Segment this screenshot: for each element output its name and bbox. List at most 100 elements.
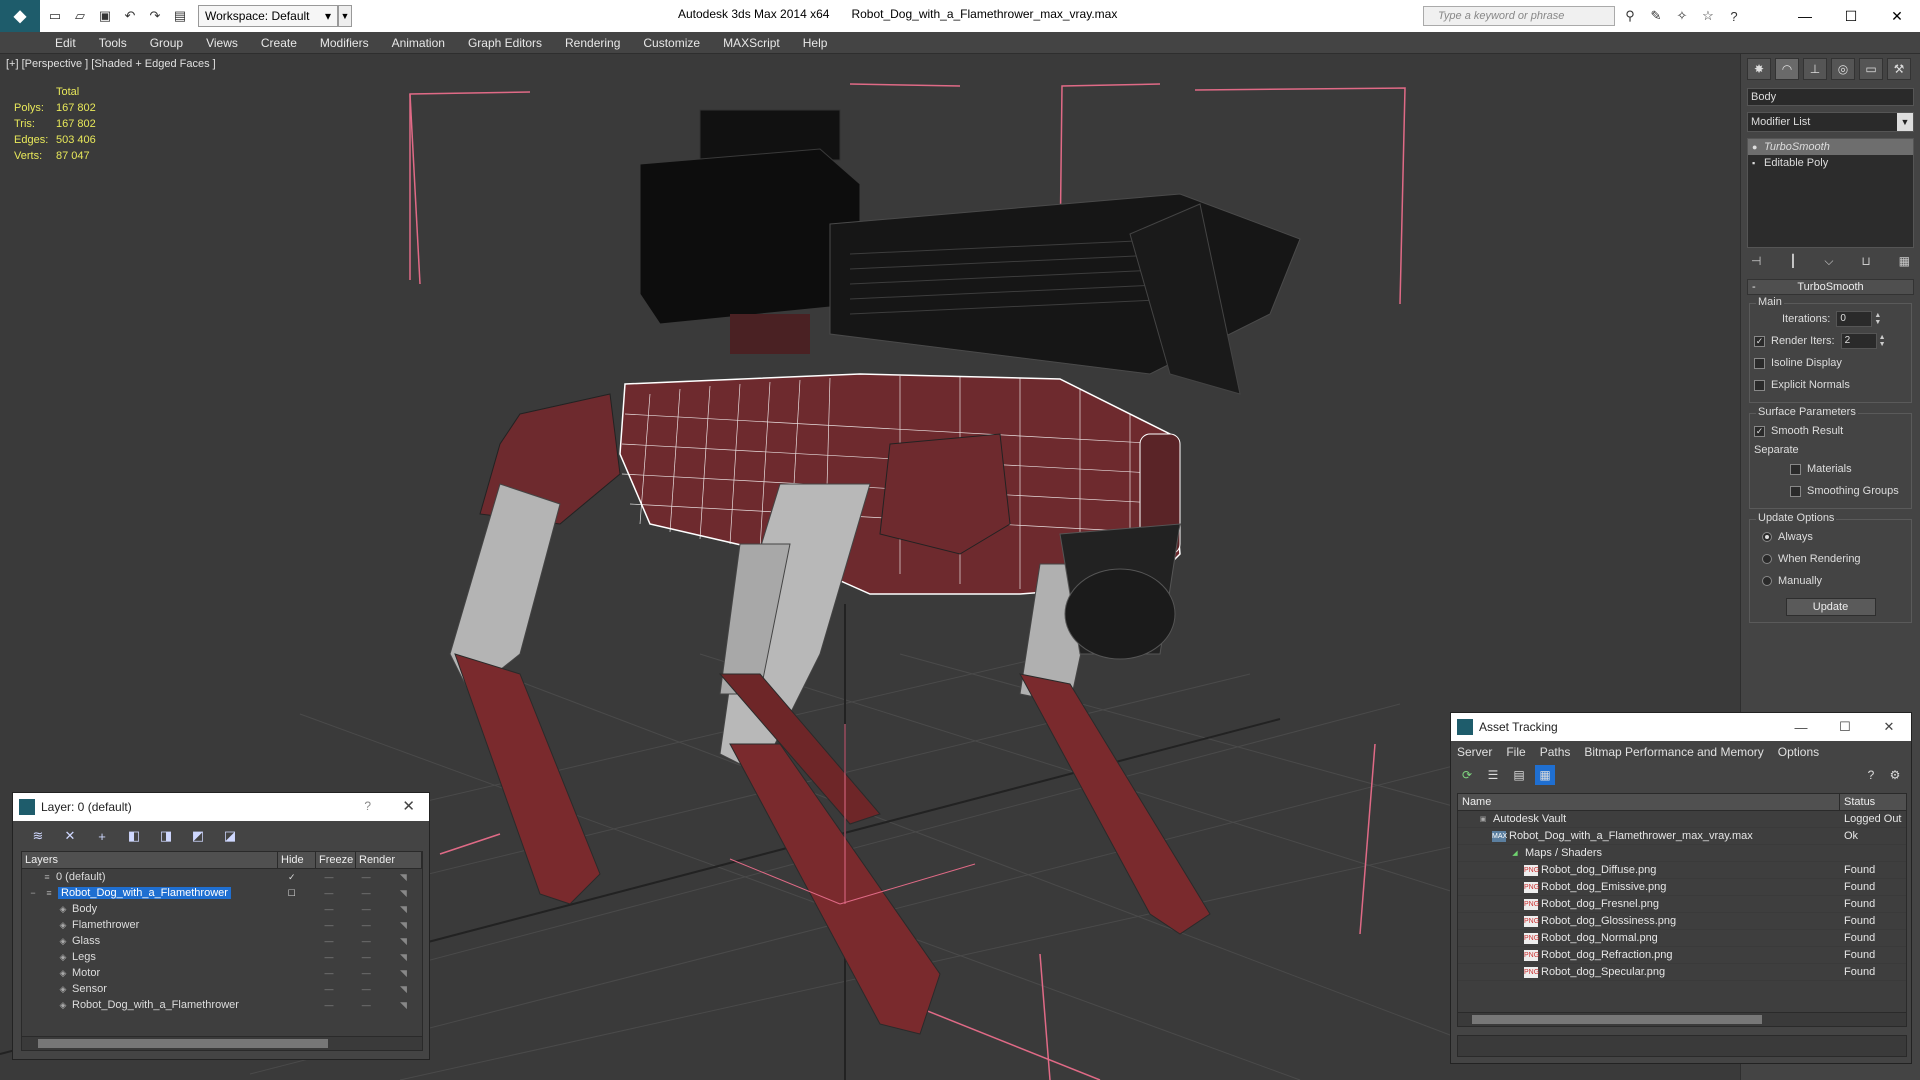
add-to-layer-icon[interactable]: + bbox=[91, 825, 113, 847]
make-unique-icon[interactable]: ⌵ bbox=[1824, 254, 1833, 269]
scrollbar-thumb[interactable] bbox=[1472, 1015, 1762, 1024]
column-header-render[interactable]: Render bbox=[356, 852, 422, 868]
create-layer-icon[interactable]: ≋ bbox=[27, 825, 49, 847]
freeze-toggle[interactable]: — bbox=[348, 936, 385, 946]
column-header-freeze[interactable]: Freeze bbox=[316, 852, 356, 868]
display-tab-icon[interactable]: ▭ bbox=[1859, 58, 1883, 80]
materials-checkbox[interactable] bbox=[1790, 463, 1801, 475]
manually-radio[interactable] bbox=[1762, 576, 1772, 586]
help-icon[interactable]: ? bbox=[1861, 765, 1881, 785]
freeze-toggle[interactable]: — bbox=[348, 888, 385, 898]
render-toggle[interactable]: ◥ bbox=[385, 952, 422, 963]
column-header-status[interactable]: Status bbox=[1840, 794, 1875, 810]
hide-toggle[interactable]: — bbox=[310, 904, 347, 914]
active-layer-checkbox[interactable]: ☐ bbox=[273, 888, 310, 899]
horizontal-scrollbar[interactable] bbox=[22, 1036, 422, 1050]
help-icon[interactable]: ? bbox=[1724, 6, 1744, 26]
turbosmooth-rollout-header[interactable]: - TurboSmooth bbox=[1747, 279, 1914, 295]
freeze-all-icon[interactable]: ◪ bbox=[219, 825, 241, 847]
asset-row[interactable]: ▣ Autodesk Vault Logged Out bbox=[1458, 811, 1906, 828]
show-end-result-icon[interactable]: ┃ bbox=[1789, 254, 1796, 269]
layer-row[interactable]: ≡ 0 (default) ✓ — — ◥ bbox=[22, 869, 422, 885]
isoline-checkbox[interactable] bbox=[1754, 357, 1765, 369]
asset-row[interactable]: PNG Robot_dog_Fresnel.png Found bbox=[1458, 896, 1906, 913]
refresh-icon[interactable]: ⟳ bbox=[1457, 765, 1477, 785]
pin-stack-icon[interactable]: ⊣ bbox=[1751, 254, 1761, 269]
explicit-normals-checkbox[interactable] bbox=[1754, 379, 1765, 391]
object-name-field[interactable]: Body bbox=[1747, 88, 1914, 106]
lightbulb-icon[interactable]: ● bbox=[1752, 142, 1764, 152]
asset-row[interactable]: PNG Robot_dog_Diffuse.png Found bbox=[1458, 862, 1906, 879]
layer-object-row[interactable]: ◈ Body — — ◥ bbox=[22, 901, 422, 917]
minimize-button[interactable]: — bbox=[1782, 0, 1828, 32]
expand-icon[interactable]: ▪ bbox=[1752, 158, 1764, 168]
render-toggle[interactable]: ◥ bbox=[385, 904, 422, 915]
asset-row[interactable]: PNG Robot_dog_Specular.png Found bbox=[1458, 964, 1906, 981]
close-button[interactable]: ✕ bbox=[1867, 713, 1911, 741]
menu-views[interactable]: Views bbox=[206, 36, 238, 50]
menu-create[interactable]: Create bbox=[261, 36, 297, 50]
render-toggle[interactable]: ◥ bbox=[385, 968, 422, 979]
minimize-button[interactable]: — bbox=[1779, 713, 1823, 741]
asset-window-titlebar[interactable]: Asset Tracking — ☐ ✕ bbox=[1451, 713, 1911, 741]
render-toggle[interactable]: ◥ bbox=[385, 872, 422, 883]
maximize-button[interactable]: ☐ bbox=[1823, 713, 1867, 741]
column-header-layers[interactable]: Layers bbox=[22, 852, 278, 868]
details-view-icon[interactable]: ▤ bbox=[1509, 765, 1529, 785]
render-toggle[interactable]: ◥ bbox=[385, 888, 422, 899]
menu-customize[interactable]: Customize bbox=[643, 36, 700, 50]
utilities-tab-icon[interactable]: ⚒ bbox=[1887, 58, 1911, 80]
menu-server[interactable]: Server bbox=[1457, 745, 1492, 759]
create-tab-icon[interactable]: ✸ bbox=[1747, 58, 1771, 80]
list-view-icon[interactable]: ☰ bbox=[1483, 765, 1503, 785]
layer-object-row[interactable]: ◈ Glass — — ◥ bbox=[22, 933, 422, 949]
menu-options[interactable]: Options bbox=[1778, 745, 1819, 759]
hide-toggle[interactable]: ✓ bbox=[273, 872, 310, 883]
workspace-menu-button[interactable]: ▼ bbox=[338, 5, 352, 27]
hide-toggle[interactable]: — bbox=[310, 968, 347, 978]
stack-item-editable-poly[interactable]: ▪ Editable Poly bbox=[1748, 155, 1913, 171]
asset-row[interactable]: PNG Robot_dog_Glossiness.png Found bbox=[1458, 913, 1906, 930]
asset-row[interactable]: ◢ Maps / Shaders bbox=[1458, 845, 1906, 862]
search-input[interactable]: Type a keyword or phrase bbox=[1423, 6, 1615, 26]
menu-tools[interactable]: Tools bbox=[99, 36, 127, 50]
subscription-icon[interactable]: ✎ bbox=[1646, 6, 1666, 26]
configure-sets-icon[interactable]: ▦ bbox=[1899, 254, 1910, 269]
workspace-dropdown[interactable]: Workspace: Default ▾ bbox=[198, 5, 338, 27]
asset-row[interactable]: PNG Robot_dog_Emissive.png Found bbox=[1458, 879, 1906, 896]
app-logo-icon[interactable]: ◆ bbox=[0, 0, 40, 32]
horizontal-scrollbar[interactable] bbox=[1458, 1012, 1906, 1026]
new-file-icon[interactable]: ▭ bbox=[45, 6, 65, 26]
close-button[interactable]: ✕ bbox=[1874, 0, 1920, 32]
freeze-toggle[interactable]: — bbox=[348, 920, 385, 930]
hide-toggle[interactable]: — bbox=[310, 936, 347, 946]
render-iters-spinner[interactable]: 2 bbox=[1840, 333, 1877, 349]
render-toggle[interactable]: ◥ bbox=[385, 920, 422, 931]
asset-row[interactable]: MAX Robot_Dog_with_a_Flamethrower_max_vra… bbox=[1458, 828, 1906, 845]
asset-path-field[interactable] bbox=[1457, 1035, 1907, 1057]
always-radio[interactable] bbox=[1762, 532, 1772, 542]
layer-object-row[interactable]: ◈ Flamethrower — — ◥ bbox=[22, 917, 422, 933]
stack-item-turbosmooth[interactable]: ● TurboSmooth bbox=[1748, 139, 1913, 155]
when-rendering-radio[interactable] bbox=[1762, 554, 1772, 564]
delete-layer-icon[interactable]: ✕ bbox=[59, 825, 81, 847]
column-header-name[interactable]: Name bbox=[1458, 794, 1840, 810]
hide-all-icon[interactable]: ◩ bbox=[187, 825, 209, 847]
hide-toggle[interactable]: — bbox=[310, 920, 347, 930]
menu-graph-editors[interactable]: Graph Editors bbox=[468, 36, 542, 50]
layer-object-row[interactable]: ◈ Sensor — — ◥ bbox=[22, 981, 422, 997]
hide-toggle[interactable]: — bbox=[310, 1000, 347, 1010]
render-toggle[interactable]: ◥ bbox=[385, 936, 422, 947]
collapse-icon[interactable]: − bbox=[26, 888, 40, 898]
menu-animation[interactable]: Animation bbox=[392, 36, 445, 50]
highlight-layer-icon[interactable]: ◨ bbox=[155, 825, 177, 847]
column-header-hide[interactable]: Hide bbox=[278, 852, 316, 868]
menu-rendering[interactable]: Rendering bbox=[565, 36, 620, 50]
asset-row[interactable]: PNG Robot_dog_Refraction.png Found bbox=[1458, 947, 1906, 964]
maximize-button[interactable]: ☐ bbox=[1828, 0, 1874, 32]
render-toggle[interactable]: ◥ bbox=[385, 984, 422, 995]
iterations-spinner[interactable]: 0 bbox=[1836, 311, 1873, 327]
freeze-toggle[interactable]: — bbox=[348, 952, 385, 962]
hide-toggle[interactable]: — bbox=[310, 888, 347, 898]
redo-icon[interactable]: ↷ bbox=[145, 6, 165, 26]
